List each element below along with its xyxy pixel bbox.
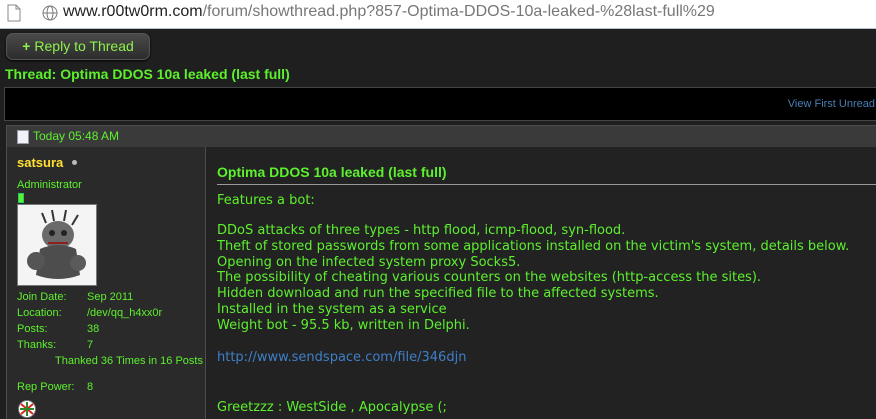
location-label: Location: [17, 307, 62, 319]
url-path: /forum/showthread.php?857-Optima-DDOS-10… [202, 3, 715, 20]
join-date-label: Join Date: [17, 291, 67, 303]
plus-icon: + [22, 38, 31, 54]
post-header: Today 05:48 AM [6, 125, 876, 148]
post-line: The possibility of cheating various coun… [217, 270, 762, 285]
post-date: Today 05:48 AM [33, 129, 120, 143]
post-line: Theft of stored passwords from some appl… [217, 239, 850, 254]
post-line: DDoS attacks of three types - http flood… [217, 223, 626, 238]
url-text[interactable]: www.r00tw0rm.com/forum/showthread.php?85… [63, 3, 715, 21]
divider [217, 184, 876, 185]
view-first-unread-link[interactable]: View First Unread [788, 98, 875, 110]
post-line: Opening on the infected system proxy Soc… [217, 255, 521, 270]
avatar[interactable] [17, 204, 97, 286]
url-host: www.r00tw0rm.com [63, 3, 203, 20]
posts-row: Posts: 38 [17, 323, 99, 335]
reply-to-thread-button[interactable]: + Reply to Thread [6, 33, 150, 60]
post-content: Optima DDOS 10a leaked (last full) Featu… [206, 147, 876, 419]
avatar-image [18, 205, 96, 285]
rep-power-label: Rep Power: [17, 381, 75, 393]
posts-label: Posts: [17, 323, 48, 335]
thanks-label: Thanks: [17, 339, 57, 351]
rep-power-value: 8 [87, 381, 94, 393]
join-date-row: Join Date: Sep 2011 [17, 291, 133, 303]
thanks-row: Thanks: 7 [17, 339, 93, 351]
post-line: Installed in the system as a service [217, 302, 447, 317]
thanked-summary: Thanked 36 Times in 16 Posts [55, 355, 203, 367]
post-title: Optima DDOS 10a leaked (last full) [217, 164, 447, 180]
reputation-icon [18, 193, 24, 203]
thread-title: Thread: Optima DDOS 10a leaked (last ful… [5, 66, 290, 82]
reply-label: Reply to Thread [34, 38, 134, 54]
address-bar[interactable]: www.r00tw0rm.com/forum/showthread.php?85… [0, 0, 876, 29]
location-row: Location: /dev/qq_h4xx0r [17, 307, 162, 319]
user-panel: satsura Administrator Join Date: Sep 201… [6, 147, 206, 419]
location-value: /dev/qq_h4xx0r [87, 307, 163, 319]
page-icon [7, 4, 21, 22]
thread-toolbar: View First Unread [4, 87, 876, 121]
thanks-value: 7 [87, 339, 94, 351]
document-icon [17, 130, 29, 144]
post-line: Weight bot - 95.5 kb, written in Delphi. [217, 318, 470, 333]
rep-power-row: Rep Power: 8 [17, 381, 93, 393]
post-greetz: Greetzzz : WestSide , Apocalypse (; [217, 400, 447, 415]
country-flag-icon [18, 400, 36, 418]
post-line: Features a bot: [217, 193, 315, 208]
offline-status-icon [72, 160, 77, 165]
posts-value: 38 [87, 323, 100, 335]
download-link[interactable]: http://www.sendspace.com/file/346djn [217, 350, 466, 365]
username-link[interactable]: satsura [17, 155, 63, 170]
globe-icon [42, 5, 58, 21]
user-role: Administrator [17, 179, 82, 191]
post-line: Hidden download and run the specified fi… [217, 286, 659, 301]
join-date-value: Sep 2011 [87, 291, 134, 303]
